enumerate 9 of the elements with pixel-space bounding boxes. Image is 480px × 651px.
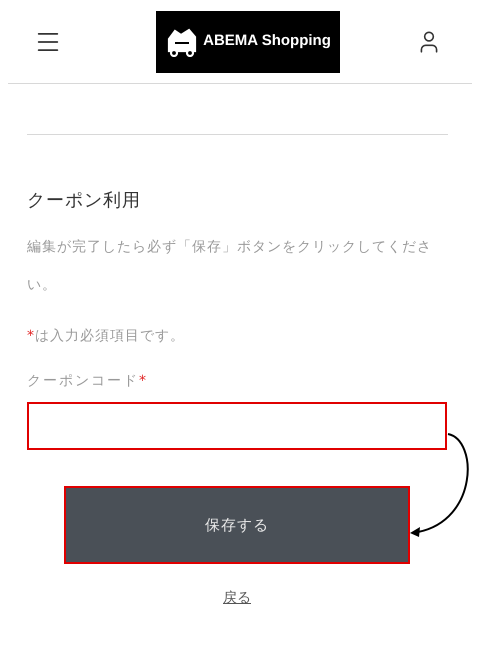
coupon-code-field[interactable] [27, 402, 447, 450]
logo-text: ABEMA Shopping [203, 31, 331, 52]
logo[interactable]: ABEMA Shopping [156, 10, 340, 72]
page-title: クーポン利用 [27, 189, 142, 213]
field-label: クーポンコード* [27, 372, 149, 391]
required-note: *は入力必須項目です。 [27, 327, 186, 346]
instruction-text: 編集が完了したら必ず「保存」ボタンをクリックしてください。 [27, 238, 433, 295]
back-link[interactable]: 戻る [223, 588, 251, 609]
save-button[interactable]: 保存する [64, 486, 410, 564]
